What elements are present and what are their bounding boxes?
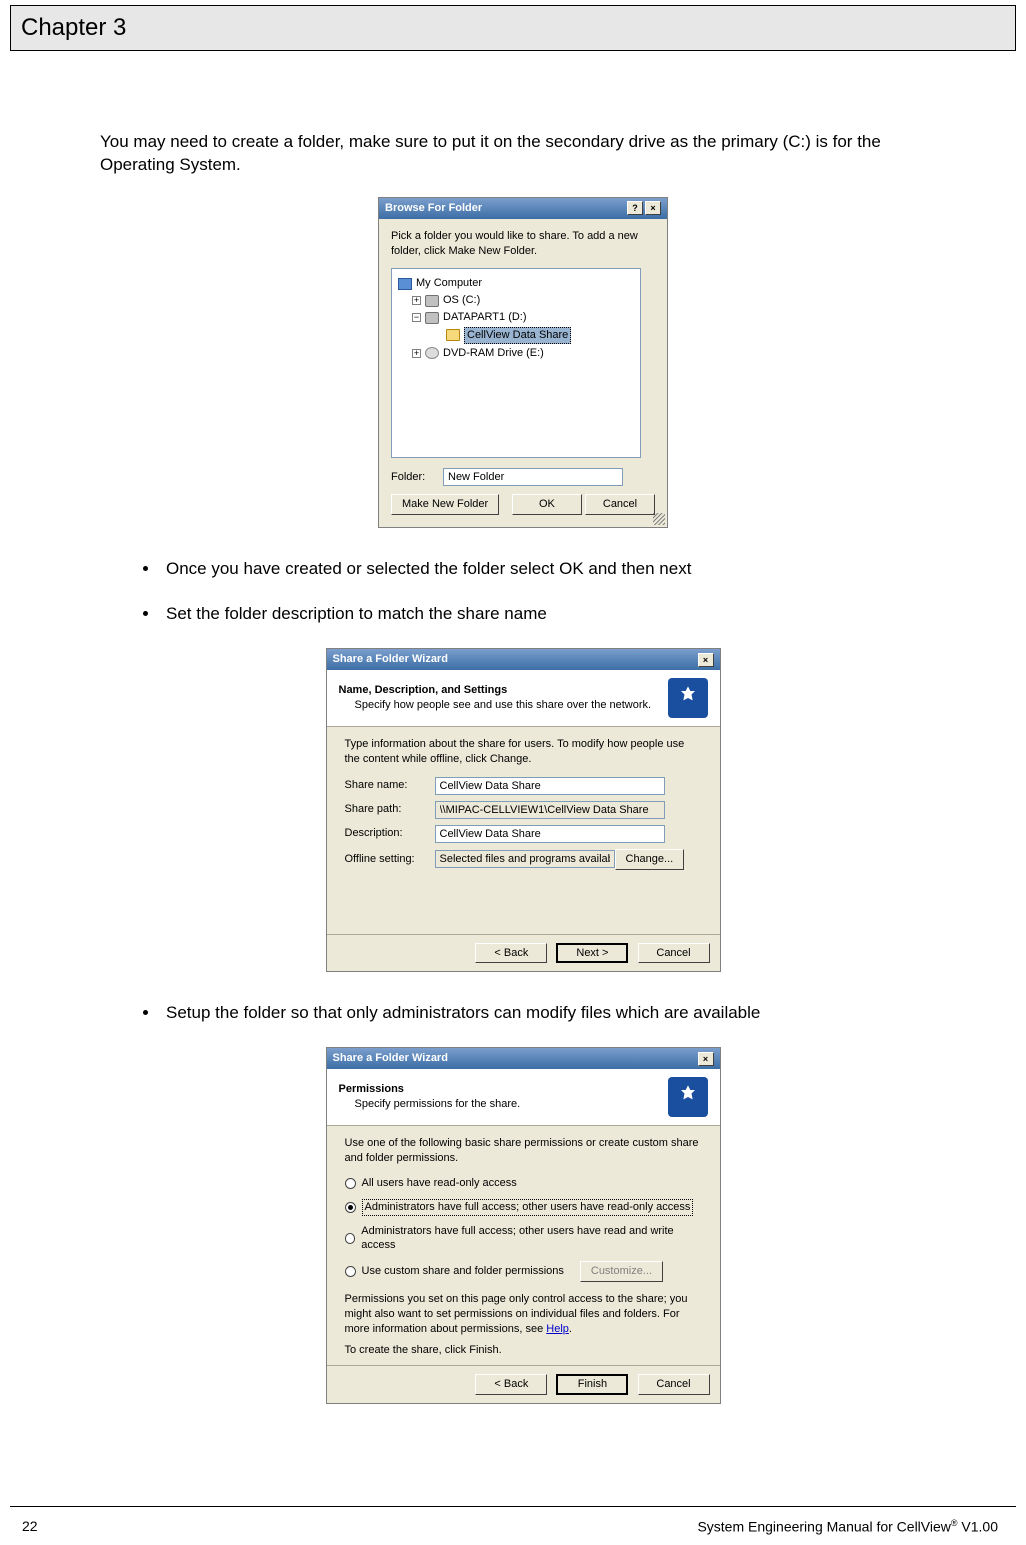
radio-custom-permissions[interactable]: Use custom share and folder permissions … — [345, 1261, 702, 1282]
close-icon[interactable]: × — [698, 1052, 714, 1066]
wizard-hand-icon — [668, 678, 708, 718]
tree-label: DVD-RAM Drive (E:) — [443, 346, 544, 361]
tree-node-mycomputer[interactable]: My Computer — [398, 275, 634, 292]
cancel-button[interactable]: Cancel — [638, 1374, 710, 1395]
expand-icon[interactable]: + — [412, 296, 421, 305]
share-wizard-settings-dialog: Share a Folder Wizard × Name, Descriptio… — [326, 648, 721, 972]
wizard2-title: Share a Folder Wizard — [333, 1051, 448, 1066]
expand-icon[interactable]: + — [412, 349, 421, 358]
radio-icon — [345, 1178, 356, 1189]
make-new-folder-button[interactable]: Make New Folder — [391, 494, 499, 515]
tree-label: DATAPART1 (D:) — [443, 310, 527, 325]
drive-icon — [425, 312, 439, 324]
change-button[interactable]: Change... — [615, 849, 685, 870]
offline-setting-label: Offline setting: — [345, 852, 435, 867]
description-input[interactable] — [435, 825, 665, 843]
radio-admin-full-readonly[interactable]: Administrators have full access; other u… — [345, 1199, 702, 1216]
page-content: You may need to create a folder, make su… — [0, 51, 1026, 1404]
close-icon[interactable]: × — [645, 201, 661, 215]
computer-icon — [398, 278, 412, 290]
drive-icon — [425, 295, 439, 307]
tree-node-os-c[interactable]: + OS (C:) — [398, 292, 634, 309]
radio-admin-full-readwrite[interactable]: Administrators have full access; other u… — [345, 1224, 702, 1254]
wizard2-titlebar: Share a Folder Wizard × — [327, 1048, 720, 1069]
page-footer: 22 System Engineering Manual for CellVie… — [0, 1518, 1026, 1535]
folder-name-input[interactable] — [443, 468, 623, 486]
wizard2-subheading: Specify permissions for the share. — [355, 1097, 521, 1112]
next-button[interactable]: Next > — [556, 943, 628, 964]
wizard1-heading: Name, Description, and Settings — [339, 683, 652, 698]
wizard2-description: Use one of the following basic share per… — [345, 1136, 702, 1166]
manual-title: System Engineering Manual for CellView® … — [697, 1518, 998, 1535]
close-icon[interactable]: × — [698, 653, 714, 667]
intro-paragraph: You may need to create a folder, make su… — [100, 131, 946, 177]
wizard-hand-icon — [668, 1077, 708, 1117]
radio-icon — [345, 1202, 356, 1213]
radio-label: Administrators have full access; other u… — [362, 1199, 694, 1216]
share-name-input[interactable] — [435, 777, 665, 795]
radio-icon — [345, 1233, 356, 1244]
note-text-pre: Permissions you set on this page only co… — [345, 1293, 688, 1335]
back-button[interactable]: < Back — [475, 943, 547, 964]
folder-label: Folder: — [391, 470, 433, 485]
browse-titlebar: Browse For Folder ? × — [379, 198, 667, 219]
help-icon[interactable]: ? — [627, 201, 643, 215]
dvd-icon — [425, 347, 439, 359]
customize-button: Customize... — [580, 1261, 663, 1282]
ok-button[interactable]: OK — [512, 494, 582, 515]
note-text-post: . — [569, 1323, 572, 1335]
bullet-item: Once you have created or selected the fo… — [160, 558, 946, 581]
wizard2-heading: Permissions — [339, 1082, 521, 1097]
permissions-note: Permissions you set on this page only co… — [345, 1292, 702, 1337]
folder-tree[interactable]: My Computer + OS (C:) − DATAPART1 (D:) — [391, 268, 641, 458]
tree-label: My Computer — [416, 276, 482, 291]
tree-node-cellview-share[interactable]: CellView Data Share — [398, 326, 634, 345]
description-label: Description: — [345, 826, 435, 841]
share-path-label: Share path: — [345, 802, 435, 817]
share-name-label: Share name: — [345, 778, 435, 793]
cancel-button[interactable]: Cancel — [638, 943, 710, 964]
share-path-display — [435, 801, 665, 819]
back-button[interactable]: < Back — [475, 1374, 547, 1395]
wizard1-description: Type information about the share for use… — [345, 737, 702, 767]
offline-setting-display — [435, 850, 615, 868]
wizard1-title: Share a Folder Wizard — [333, 652, 448, 667]
create-share-text: To create the share, click Finish. — [345, 1343, 702, 1358]
finish-button[interactable]: Finish — [556, 1374, 628, 1395]
footer-rule — [10, 1506, 1016, 1507]
collapse-icon[interactable]: − — [412, 313, 421, 322]
tree-label: OS (C:) — [443, 293, 480, 308]
share-wizard-permissions-dialog: Share a Folder Wizard × Permissions Spec… — [326, 1047, 721, 1404]
tree-node-dvd[interactable]: + DVD-RAM Drive (E:) — [398, 345, 634, 362]
bullet-item: Setup the folder so that only administra… — [160, 1002, 946, 1025]
radio-icon — [345, 1266, 356, 1277]
radio-label: Use custom share and folder permissions — [362, 1264, 564, 1279]
browse-title: Browse For Folder — [385, 201, 482, 216]
tree-label-selected: CellView Data Share — [464, 327, 571, 344]
radio-label: All users have read-only access — [362, 1176, 517, 1191]
browse-instruction: Pick a folder you would like to share. T… — [391, 229, 655, 259]
help-link[interactable]: Help — [546, 1323, 569, 1335]
cancel-button[interactable]: Cancel — [585, 494, 655, 515]
tree-node-datapart1[interactable]: − DATAPART1 (D:) — [398, 309, 634, 326]
radio-label: Administrators have full access; other u… — [361, 1224, 701, 1254]
wizard1-titlebar: Share a Folder Wizard × — [327, 649, 720, 670]
page-number: 22 — [22, 1518, 38, 1535]
folder-icon — [446, 329, 460, 341]
resize-grip-icon[interactable] — [653, 513, 665, 525]
chapter-header: Chapter 3 — [10, 5, 1016, 51]
radio-all-readonly[interactable]: All users have read-only access — [345, 1176, 702, 1191]
browse-folder-dialog: Browse For Folder ? × Pick a folder you … — [378, 197, 668, 528]
bullet-item: Set the folder description to match the … — [160, 603, 946, 626]
wizard1-subheading: Specify how people see and use this shar… — [355, 698, 652, 713]
